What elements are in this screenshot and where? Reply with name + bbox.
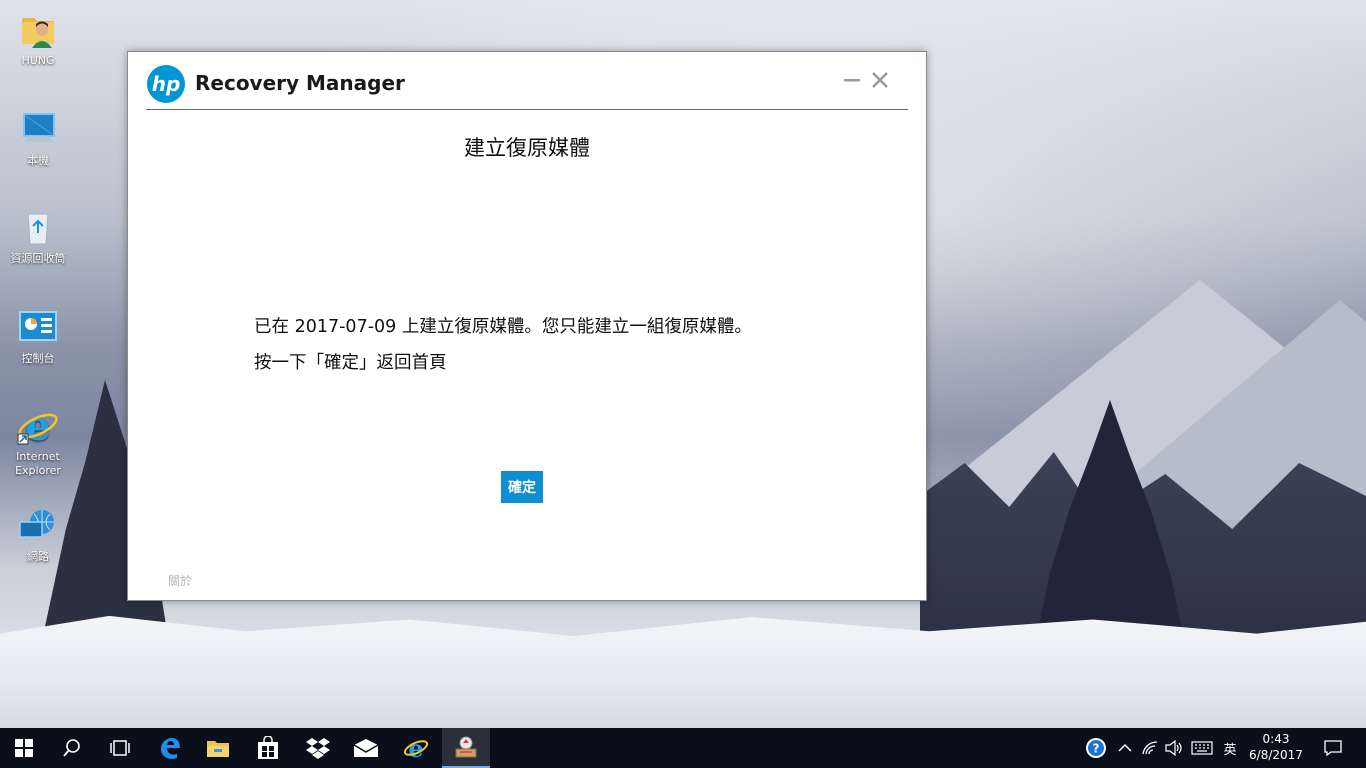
network-icon [19, 510, 54, 542]
recovery-manager-window: hp Recovery Manager 建立復原媒體 已在 2017-07-09… [127, 51, 927, 601]
desktop-icon-label: 資源回收筒 [10, 252, 66, 265]
search-button[interactable] [48, 728, 96, 768]
desktop-icon-recycle-bin[interactable]: 資源回收筒 [0, 206, 76, 266]
minimize-icon[interactable] [842, 70, 862, 90]
recycle-bin-icon [27, 213, 49, 245]
desktop-icon-control-panel[interactable]: 控制台 [0, 306, 76, 366]
desktop-icon-this-pc[interactable]: 本機 [0, 108, 76, 168]
wifi-icon [1142, 741, 1158, 755]
tray-help[interactable]: ? [1082, 728, 1110, 768]
taskbar-recovery-manager[interactable] [442, 728, 490, 768]
ime-label: 英 [1223, 742, 1237, 758]
message-suffix: 上建立復原媒體。您只能建立一組復原媒體。 [396, 317, 752, 337]
about-link[interactable]: 關於 [168, 572, 192, 589]
tray-ime[interactable]: 英 [1218, 728, 1242, 768]
desktop-icon-network[interactable]: 網路 [0, 504, 76, 564]
app-title: Recovery Manager [195, 71, 405, 95]
clock-time: 0:43 [1262, 732, 1290, 746]
hp-logo-icon: hp [147, 65, 185, 103]
task-view-button[interactable] [96, 728, 144, 768]
tray-action-center[interactable] [1318, 728, 1348, 768]
chevron-up-icon [1118, 743, 1132, 752]
taskbar-clock[interactable]: 0:43 6/8/2017 [1240, 731, 1312, 763]
folder-icon [207, 741, 229, 757]
search-icon [63, 739, 80, 757]
volume-icon [1165, 740, 1182, 756]
status-message: 已在 2017-07-09 上建立復原媒體。您只能建立一組復原媒體。 [254, 313, 752, 338]
close-icon[interactable] [870, 70, 890, 90]
desktop-icon-label: 網路 [27, 550, 49, 563]
clock-date: 6/8/2017 [1249, 748, 1303, 762]
page-title: 建立復原媒體 [464, 136, 590, 160]
window-header: hp Recovery Manager [146, 64, 908, 110]
snow-ground [0, 615, 1366, 728]
notification-icon [1324, 740, 1342, 756]
store-icon [258, 736, 278, 759]
desktop-icon-user-folder[interactable]: HUNG [0, 8, 76, 68]
desktop-icon-label: 控制台 [21, 352, 55, 365]
computer-icon [23, 113, 55, 142]
tray-volume[interactable] [1162, 728, 1186, 768]
svg-text:?: ? [1093, 742, 1100, 756]
help-icon: ? [1086, 738, 1106, 758]
taskbar: e ? 英 0:43 6/8/2017 [0, 728, 1366, 768]
taskbar-file-explorer[interactable] [194, 728, 242, 768]
taskbar-mail[interactable] [342, 728, 390, 768]
tray-keyboard[interactable] [1188, 728, 1216, 768]
hp-logo-text: hp [152, 72, 181, 96]
desktop-icon-label: Internet Explorer [15, 450, 61, 477]
keyboard-icon [1191, 741, 1213, 755]
dropbox-icon [306, 738, 330, 759]
tray-show-hidden[interactable] [1114, 728, 1136, 768]
task-view-icon [110, 740, 130, 756]
desktop-icon-label: HUNG [21, 54, 55, 67]
svg-text:e: e [408, 735, 423, 761]
internet-explorer-icon: e [17, 404, 58, 448]
recovery-manager-icon [455, 736, 477, 758]
mail-icon [353, 739, 379, 757]
creation-date: 2017-07-09 [294, 317, 397, 337]
ok-button[interactable]: 確定 [501, 471, 543, 503]
message-prefix: 已在 [254, 317, 295, 337]
taskbar-edge[interactable] [146, 728, 194, 768]
control-panel-icon [19, 311, 57, 341]
internet-explorer-icon: e [403, 735, 429, 761]
desktop-icon-label: 本機 [27, 154, 49, 167]
edge-browser-icon [161, 738, 180, 759]
tray-wifi[interactable] [1138, 728, 1162, 768]
taskbar-internet-explorer[interactable]: e [392, 728, 440, 768]
windows-logo-icon [15, 739, 33, 757]
instruction-text: 按一下「確定」返回首頁 [254, 353, 447, 373]
user-folder-icon [22, 18, 54, 48]
start-button[interactable] [0, 728, 48, 768]
svg-text:e: e [25, 404, 50, 448]
taskbar-dropbox[interactable] [294, 728, 342, 768]
desktop-icon-internet-explorer[interactable]: e Internet Explorer [0, 404, 76, 478]
taskbar-store[interactable] [244, 728, 292, 768]
